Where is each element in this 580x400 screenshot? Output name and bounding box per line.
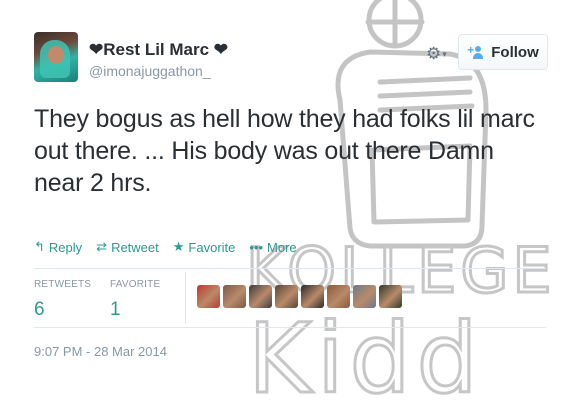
more-label: More [267, 239, 297, 255]
tweet-text: They bogus as hell how they had folks li… [34, 105, 535, 197]
favorites-stat[interactable]: FAVORITE 1 [110, 279, 160, 321]
tweet-card: ❤Rest Lil Marc ❤ @imonajuggathon_ ⚙▾ + F… [0, 0, 580, 400]
reply-label: Reply [48, 239, 83, 255]
favoriter-avatar[interactable] [379, 285, 402, 308]
reply-button[interactable]: ↰ Reply [34, 239, 82, 255]
chevron-down-icon: ▾ [442, 49, 447, 60]
more-icon: ••• [249, 239, 264, 255]
favoriter-avatar[interactable] [197, 285, 220, 308]
favoriter-avatar[interactable] [327, 285, 350, 308]
favorites-count: 1 [110, 299, 121, 320]
stats-divider-bottom [34, 327, 546, 328]
favorite-button[interactable]: ★ Favorite [173, 239, 236, 255]
favoriter-avatar[interactable] [301, 285, 324, 308]
retweet-label: Retweet [111, 239, 159, 255]
display-name[interactable]: ❤Rest Lil Marc ❤ [89, 40, 228, 60]
favoriter-avatar[interactable] [223, 285, 246, 308]
favoriter-avatar[interactable] [249, 285, 272, 308]
tweet-timestamp[interactable]: 9:07 PM - 28 Mar 2014 [34, 344, 167, 359]
tweet-actions: ↰ Reply ⇄ Retweet ★ Favorite ••• More [34, 239, 297, 255]
retweets-stat[interactable]: RETWEETS 6 [34, 279, 91, 321]
retweets-count: 6 [34, 299, 45, 320]
follow-button[interactable]: + Follow [458, 34, 548, 70]
star-icon: ★ [172, 239, 185, 254]
favorite-label: Favorite [188, 239, 236, 255]
stats-divider-vertical [185, 272, 186, 324]
favoriter-avatar[interactable] [275, 285, 298, 308]
retweet-button[interactable]: ⇄ Retweet [96, 239, 159, 255]
follow-label: Follow [491, 43, 539, 61]
retweet-icon: ⇄ [96, 239, 108, 254]
user-handle[interactable]: @imonajuggathon_ [89, 63, 211, 79]
reply-icon: ↰ [34, 239, 45, 254]
avatar-face [48, 46, 64, 64]
more-button[interactable]: ••• More [249, 239, 296, 255]
favorites-label: FAVORITE [110, 279, 161, 290]
favoriter-avatars [197, 285, 402, 308]
add-user-icon: + [467, 43, 485, 59]
favoriter-avatar[interactable] [353, 285, 376, 308]
user-avatar[interactable] [34, 32, 78, 82]
retweets-label: RETWEETS [34, 279, 92, 290]
stats-divider-top [34, 268, 546, 269]
gear-icon[interactable]: ⚙▾ [426, 44, 447, 64]
